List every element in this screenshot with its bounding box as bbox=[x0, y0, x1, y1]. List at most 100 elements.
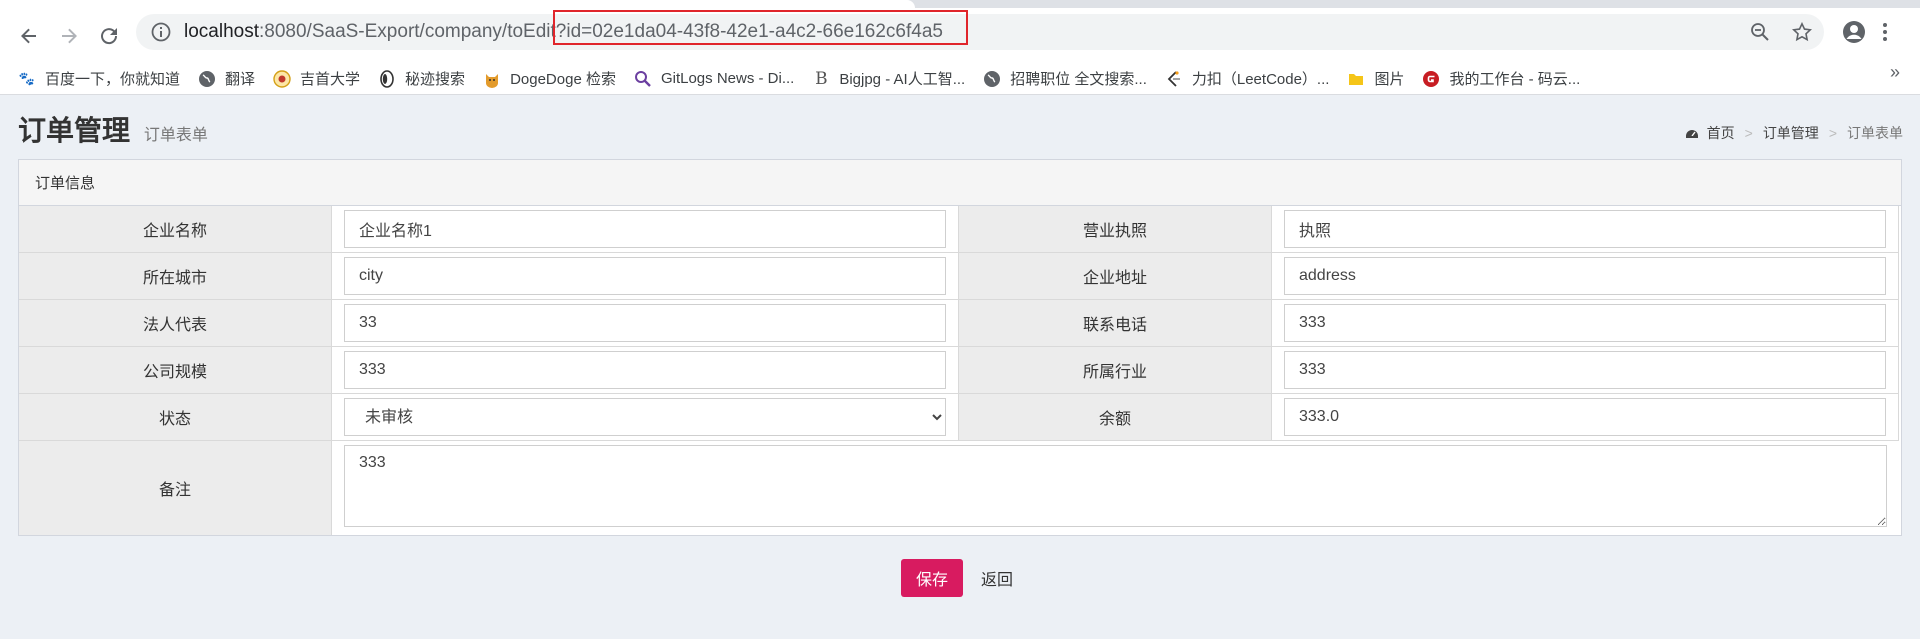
breadcrumb-current: 订单表单 bbox=[1847, 125, 1903, 141]
company-name-cell bbox=[332, 206, 959, 253]
back-link-button[interactable]: 返回 bbox=[975, 559, 1019, 597]
bookmarks-bar: 🐾 百度一下，你就知道 翻译 吉首大学 秘迹搜索 DogeDoge 检索 Git… bbox=[0, 63, 1920, 95]
dashboard-icon bbox=[1685, 130, 1698, 138]
b-logo-icon: B bbox=[815, 68, 828, 89]
bookmark-label: 力扣（LeetCode）... bbox=[1191, 71, 1330, 88]
folder-icon bbox=[1349, 73, 1364, 85]
browser-menu-button[interactable] bbox=[1882, 14, 1888, 50]
leetcode-icon bbox=[1167, 70, 1180, 87]
profile-button[interactable] bbox=[1842, 14, 1866, 50]
back-button[interactable] bbox=[12, 19, 46, 53]
bookmark-pictures-folder[interactable]: 图片 bbox=[1347, 68, 1404, 89]
kebab-menu-icon bbox=[1883, 23, 1887, 41]
bookmark-gitlogs[interactable]: GitLogs News - Di... bbox=[634, 70, 794, 88]
form-actions: 保存 返回 bbox=[0, 559, 1920, 597]
bookmark-label: 秘迹搜索 bbox=[405, 71, 466, 88]
bookmark-gitee[interactable]: 我的工作台 - 码云... bbox=[1422, 68, 1580, 89]
balance-label: 余额 bbox=[959, 394, 1272, 441]
address-cell bbox=[1272, 253, 1899, 300]
city-cell bbox=[332, 253, 959, 300]
city-label: 所在城市 bbox=[19, 253, 332, 300]
bookmark-label: 吉首大学 bbox=[300, 71, 361, 88]
bookmark-label: GitLogs News - Di... bbox=[660, 70, 795, 87]
bookmark-translate[interactable]: 翻译 bbox=[198, 68, 255, 89]
scale-label: 公司规模 bbox=[19, 347, 332, 394]
doge-icon bbox=[486, 73, 499, 88]
globe-icon bbox=[199, 70, 216, 87]
bookmark-label: DogeDoge 检索 bbox=[510, 71, 616, 88]
star-icon bbox=[1792, 22, 1812, 42]
address-bar[interactable]: localhost:8080/SaaS-Export/company/toEdi… bbox=[136, 14, 1824, 50]
legal-rep-label: 法人代表 bbox=[19, 300, 332, 347]
phone-label: 联系电话 bbox=[959, 300, 1272, 347]
bookmark-miji-search[interactable]: 秘迹搜索 bbox=[378, 68, 465, 89]
remark-label: 备注 bbox=[19, 441, 332, 535]
zoom-button[interactable] bbox=[1750, 14, 1770, 50]
breadcrumb: 首页 > 订单管理 > 订单表单 bbox=[1685, 123, 1903, 143]
scale-cell bbox=[332, 347, 959, 394]
bookmark-label: Bigjpg - AI人工智... bbox=[839, 71, 966, 88]
industry-input[interactable] bbox=[1284, 351, 1886, 389]
eye-logo-icon bbox=[380, 69, 394, 88]
license-input[interactable] bbox=[1284, 210, 1886, 248]
balance-cell bbox=[1272, 394, 1899, 441]
remark-row: 备注 333 bbox=[19, 441, 1901, 535]
company-name-input[interactable] bbox=[344, 210, 946, 248]
phone-cell bbox=[1272, 300, 1899, 347]
address-input[interactable] bbox=[1284, 257, 1886, 295]
breadcrumb-section-link[interactable]: 订单管理 bbox=[1763, 123, 1819, 143]
save-button[interactable]: 保存 bbox=[900, 559, 963, 597]
bookmark-label: 招聘职位 全文搜索... bbox=[1010, 71, 1147, 88]
phone-input[interactable] bbox=[1284, 304, 1886, 342]
bookmark-jishou-university[interactable]: 吉首大学 bbox=[273, 68, 360, 89]
arrow-left-icon bbox=[21, 28, 36, 43]
double-chevron-right-icon: » bbox=[1889, 62, 1900, 82]
url-host: localhost bbox=[184, 21, 259, 42]
reload-button[interactable] bbox=[92, 19, 126, 53]
globe-icon bbox=[984, 70, 1001, 87]
bookmark-dogedoge[interactable]: DogeDoge 检索 bbox=[483, 68, 616, 89]
license-label: 营业执照 bbox=[959, 206, 1272, 253]
bookmark-baidu[interactable]: 🐾 百度一下，你就知道 bbox=[18, 68, 180, 89]
page-title: 订单管理 bbox=[18, 115, 131, 146]
status-label: 状态 bbox=[19, 394, 332, 441]
gitee-icon bbox=[1423, 70, 1440, 87]
address-label: 企业地址 bbox=[959, 253, 1272, 300]
page-subtitle: 订单表单 bbox=[143, 127, 208, 144]
remark-textarea[interactable]: 333 bbox=[344, 445, 1887, 527]
bookmark-jobs-search[interactable]: 招聘职位 全文搜索... bbox=[983, 68, 1147, 89]
search-icon bbox=[634, 70, 651, 87]
scale-input[interactable] bbox=[344, 351, 946, 389]
url-path: :8080/SaaS-Export/company/toEdit?id=02e1… bbox=[259, 21, 943, 42]
status-cell: 未审核 bbox=[332, 394, 959, 441]
bookmark-leetcode[interactable]: 力扣（LeetCode）... bbox=[1165, 68, 1330, 89]
bookmark-star-button[interactable] bbox=[1792, 14, 1812, 50]
school-emblem-icon bbox=[273, 69, 291, 88]
bookmark-bigjpg[interactable]: B Bigjpg - AI人工智... bbox=[812, 68, 965, 89]
info-icon bbox=[151, 22, 171, 42]
city-input[interactable] bbox=[344, 257, 946, 295]
industry-cell bbox=[1272, 347, 1899, 394]
order-form: 企业名称 营业执照 所在城市 企业地址 法人代表 联系电话 公司规模 所属行业 bbox=[19, 206, 1901, 441]
panel-header: 订单信息 bbox=[19, 160, 1901, 206]
reload-icon bbox=[101, 27, 118, 44]
zoom-out-icon bbox=[1751, 23, 1769, 41]
bookmark-label: 百度一下，你就知道 bbox=[45, 71, 181, 88]
legal-rep-input[interactable] bbox=[344, 304, 946, 342]
balance-input[interactable] bbox=[1284, 398, 1886, 436]
status-select[interactable]: 未审核 bbox=[344, 398, 946, 436]
bookmark-label: 我的工作台 - 码云... bbox=[1449, 71, 1581, 88]
bookmark-label: 翻译 bbox=[225, 71, 256, 88]
arrow-right-icon bbox=[62, 28, 77, 43]
industry-label: 所属行业 bbox=[959, 347, 1272, 394]
order-info-panel: 订单信息 企业名称 营业执照 所在城市 企业地址 法人代表 联系电话 公司规模 … bbox=[18, 159, 1902, 536]
legal-rep-cell bbox=[332, 300, 959, 347]
breadcrumb-separator: > bbox=[1744, 125, 1753, 141]
forward-button[interactable] bbox=[52, 19, 86, 53]
active-tab-strip bbox=[0, 0, 915, 8]
bookmark-label: 图片 bbox=[1374, 71, 1405, 88]
company-name-label: 企业名称 bbox=[19, 206, 332, 253]
bookmarks-overflow-button[interactable]: » bbox=[1890, 62, 1900, 83]
content-header: 订单管理 订单表单 首页 > 订单管理 > 订单表单 bbox=[0, 95, 1920, 159]
breadcrumb-home-link[interactable]: 首页 bbox=[1707, 123, 1735, 143]
